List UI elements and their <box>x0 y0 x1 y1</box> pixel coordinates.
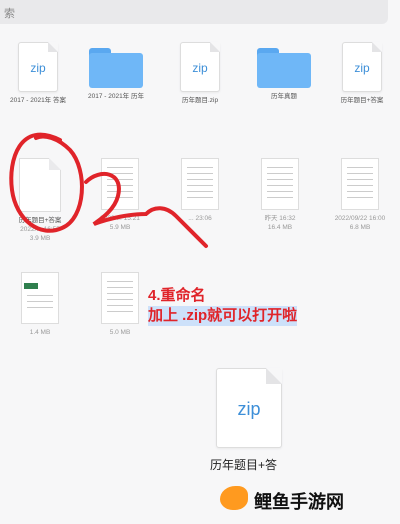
scribble-annotation <box>9 132 208 248</box>
watermark-logo: 鲤鱼手游网 <box>220 486 396 514</box>
renamed-zip-file[interactable]: zip <box>216 368 282 448</box>
zip-file-icon: zip <box>216 368 282 448</box>
watermark-text: 鲤鱼手游网 <box>254 492 344 512</box>
annotation-step: 4.重命名 <box>148 287 206 304</box>
annotation-hint: 加上 .zip就可以打开啦 <box>148 306 298 326</box>
rename-annotation: 4.重命名 加上 .zip就可以打开啦 <box>148 286 298 326</box>
fish-icon <box>220 486 248 510</box>
renamed-file-name: 历年题目+答 <box>210 458 278 472</box>
